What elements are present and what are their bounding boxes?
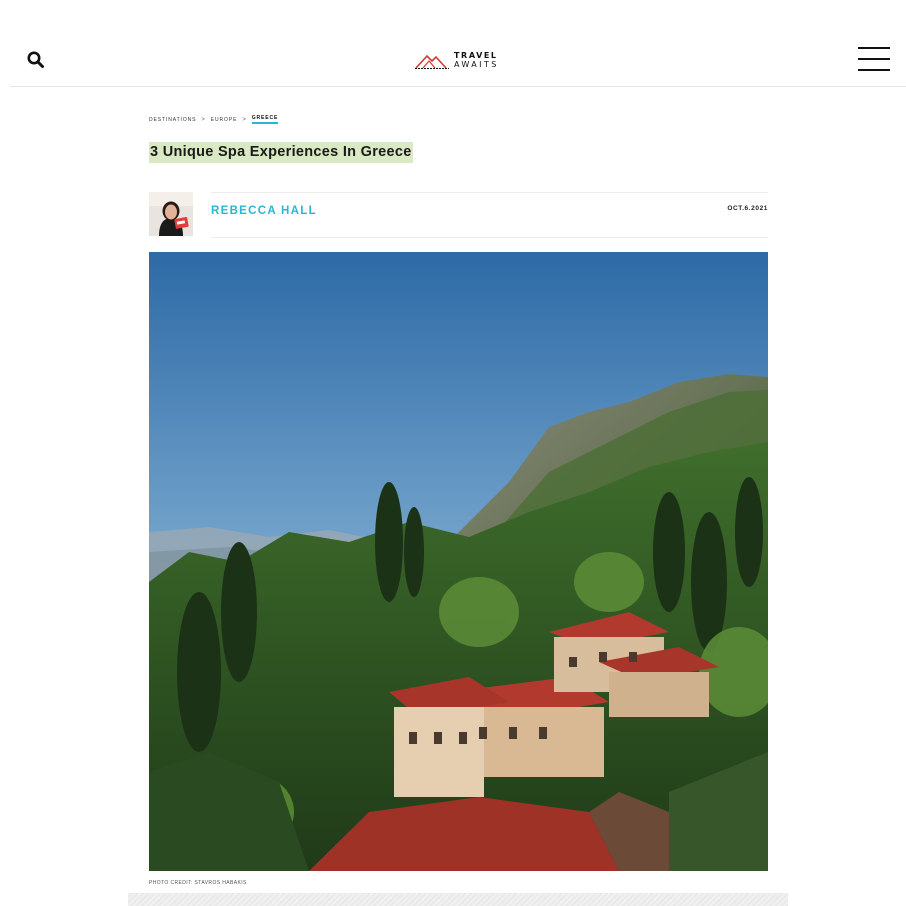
search-button[interactable] bbox=[26, 50, 46, 70]
breadcrumb-europe[interactable]: EUROPE bbox=[211, 117, 238, 123]
breadcrumb: DESTINATIONS > EUROPE > GREECE bbox=[149, 115, 279, 124]
article-title: 3 Unique Spa Experiences In Greece bbox=[149, 142, 413, 163]
hamburger-menu-icon-bar-2 bbox=[858, 58, 890, 60]
site-header: TRAVEL AWAITS bbox=[10, 0, 906, 87]
site-logo[interactable]: TRAVEL AWAITS bbox=[415, 48, 507, 72]
author-byline: REBECCA HALL OCT.6.2021 bbox=[149, 192, 768, 238]
breadcrumb-separator: > bbox=[242, 116, 247, 123]
photo-credit: PHOTO CREDIT: STAVROS HABAKIS bbox=[149, 880, 247, 886]
breadcrumb-greece[interactable]: GREECE bbox=[251, 115, 279, 124]
logo-line-2: AWAITS bbox=[454, 60, 499, 69]
logo-wordmark: TRAVEL AWAITS bbox=[454, 51, 499, 69]
author-avatar[interactable] bbox=[149, 192, 193, 236]
breadcrumb-separator: > bbox=[201, 116, 206, 123]
hamburger-menu-icon-bar-1 bbox=[858, 47, 890, 49]
post-date: OCT.6.2021 bbox=[727, 205, 768, 212]
search-icon bbox=[27, 51, 44, 68]
menu-button[interactable] bbox=[858, 47, 890, 71]
breadcrumb-destinations[interactable]: DESTINATIONS bbox=[149, 117, 196, 123]
hero-landscape-photo bbox=[149, 252, 768, 871]
ad-placeholder bbox=[128, 893, 788, 906]
logo-line-1: TRAVEL bbox=[454, 51, 498, 60]
avatar-image bbox=[149, 192, 193, 236]
hamburger-menu-icon-bar-3 bbox=[858, 69, 890, 71]
author-name-link[interactable]: REBECCA HALL bbox=[211, 205, 317, 217]
mountain-logo-icon bbox=[415, 54, 449, 69]
byline-divider-bottom bbox=[211, 237, 768, 238]
byline-divider-top bbox=[211, 192, 768, 193]
hero-image bbox=[149, 252, 768, 871]
